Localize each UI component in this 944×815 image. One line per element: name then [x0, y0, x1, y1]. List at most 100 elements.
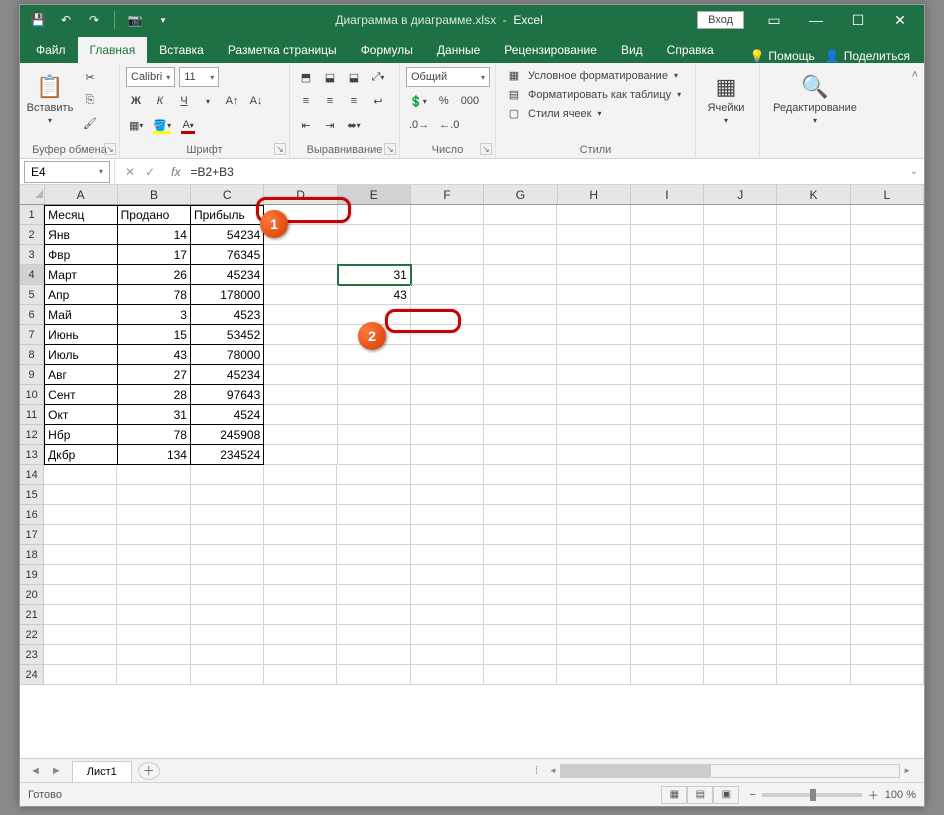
cell-B17[interactable]	[117, 525, 190, 545]
cell-J17[interactable]	[704, 525, 777, 545]
cell-A3[interactable]: Фвр	[44, 245, 118, 265]
cell-D10[interactable]	[264, 385, 337, 405]
cell-H13[interactable]	[557, 445, 630, 465]
cell-C19[interactable]	[191, 565, 264, 585]
cell-H19[interactable]	[557, 565, 630, 585]
fill-color-icon[interactable]: 🪣▾	[150, 115, 174, 135]
cell-J21[interactable]	[704, 605, 777, 625]
cell-L15[interactable]	[851, 485, 924, 505]
cell-E8[interactable]	[338, 345, 411, 365]
cell-I20[interactable]	[631, 585, 704, 605]
zoom-level[interactable]: 100 %	[885, 789, 916, 801]
cell-I4[interactable]	[631, 265, 704, 285]
paste-button[interactable]: 📋 Вставить ▾	[26, 67, 74, 131]
cell-G17[interactable]	[484, 525, 557, 545]
cell-G1[interactable]	[484, 205, 557, 225]
cell-A22[interactable]	[44, 625, 117, 645]
row-header[interactable]: 4	[20, 265, 44, 285]
cell-H18[interactable]	[557, 545, 630, 565]
wrap-text-icon[interactable]: ↩	[368, 91, 388, 111]
cell-B5[interactable]: 78	[118, 285, 191, 305]
cell-H9[interactable]	[557, 365, 630, 385]
cell-C3[interactable]: 76345	[191, 245, 264, 265]
cell-I3[interactable]	[631, 245, 704, 265]
cell-A21[interactable]	[44, 605, 117, 625]
cell-I15[interactable]	[631, 485, 704, 505]
cell-H12[interactable]	[557, 425, 630, 445]
cancel-formula-icon[interactable]: ✕	[125, 165, 135, 179]
cell-L11[interactable]	[851, 405, 924, 425]
cell-I5[interactable]	[631, 285, 704, 305]
minimize-icon[interactable]: —	[796, 6, 836, 34]
cell-F3[interactable]	[411, 245, 484, 265]
cell-F22[interactable]	[411, 625, 484, 645]
cell-K19[interactable]	[777, 565, 850, 585]
cell-D7[interactable]	[264, 325, 337, 345]
format-painter-icon[interactable]: 🖌	[80, 113, 100, 133]
cell-G15[interactable]	[484, 485, 557, 505]
cell-F8[interactable]	[411, 345, 484, 365]
cell-F19[interactable]	[411, 565, 484, 585]
cell-H6[interactable]	[557, 305, 630, 325]
cell-J23[interactable]	[704, 645, 777, 665]
cell-L19[interactable]	[851, 565, 924, 585]
cell-D18[interactable]	[264, 545, 337, 565]
cell-I11[interactable]	[631, 405, 704, 425]
row-header[interactable]: 10	[20, 385, 44, 405]
cell-E1[interactable]	[338, 205, 411, 225]
cell-L17[interactable]	[851, 525, 924, 545]
cell-J16[interactable]	[704, 505, 777, 525]
cell-H14[interactable]	[557, 465, 630, 485]
fx-icon[interactable]: fx	[165, 165, 186, 179]
cell-C13[interactable]: 234524	[191, 445, 264, 465]
copy-icon[interactable]: ⎘	[80, 90, 100, 110]
cell-K20[interactable]	[777, 585, 850, 605]
cell-D4[interactable]	[264, 265, 337, 285]
cell-K13[interactable]	[777, 445, 850, 465]
cell-G2[interactable]	[484, 225, 557, 245]
cell-H16[interactable]	[557, 505, 630, 525]
bold-button[interactable]: Ж	[126, 91, 146, 111]
row-header[interactable]: 11	[20, 405, 44, 425]
cell-A17[interactable]	[44, 525, 117, 545]
cell-L23[interactable]	[851, 645, 924, 665]
cell-L24[interactable]	[851, 665, 924, 685]
alignment-launcher[interactable]: ↘	[384, 143, 396, 155]
cell-L13[interactable]	[851, 445, 924, 465]
cell-H15[interactable]	[557, 485, 630, 505]
cell-H23[interactable]	[557, 645, 630, 665]
cell-E3[interactable]	[338, 245, 411, 265]
column-header-A[interactable]: A	[45, 185, 118, 204]
cell-D11[interactable]	[264, 405, 337, 425]
cell-D14[interactable]	[264, 465, 337, 485]
cell-A2[interactable]: Янв	[44, 225, 118, 245]
cell-B18[interactable]	[117, 545, 190, 565]
row-header[interactable]: 23	[20, 645, 44, 665]
cell-K1[interactable]	[777, 205, 850, 225]
cell-E20[interactable]	[337, 585, 410, 605]
column-header-E[interactable]: E	[338, 185, 411, 204]
cell-J24[interactable]	[704, 665, 777, 685]
row-header[interactable]: 19	[20, 565, 44, 585]
percent-format-icon[interactable]: %	[434, 91, 454, 111]
cell-H22[interactable]	[557, 625, 630, 645]
cell-A15[interactable]	[44, 485, 117, 505]
cell-B8[interactable]: 43	[118, 345, 191, 365]
enter-formula-icon[interactable]: ✓	[145, 165, 155, 179]
cell-L18[interactable]	[851, 545, 924, 565]
cell-K10[interactable]	[777, 385, 850, 405]
cell-F18[interactable]	[411, 545, 484, 565]
close-icon[interactable]: ✕	[880, 6, 920, 34]
tab-data[interactable]: Данные	[425, 37, 492, 63]
grid-body[interactable]: 1МесяцПроданоПрибыль2Янв14542343Фвр17763…	[20, 205, 924, 758]
cell-B12[interactable]: 78	[118, 425, 191, 445]
camera-icon[interactable]: 📷	[123, 8, 147, 32]
cell-K16[interactable]	[777, 505, 850, 525]
align-left-icon[interactable]: ≡	[296, 91, 316, 111]
row-header[interactable]: 8	[20, 345, 44, 365]
column-header-D[interactable]: D	[264, 185, 337, 204]
clipboard-launcher[interactable]: ↘	[104, 143, 116, 155]
cell-J1[interactable]	[704, 205, 777, 225]
cell-C12[interactable]: 245908	[191, 425, 264, 445]
cell-G8[interactable]	[484, 345, 557, 365]
